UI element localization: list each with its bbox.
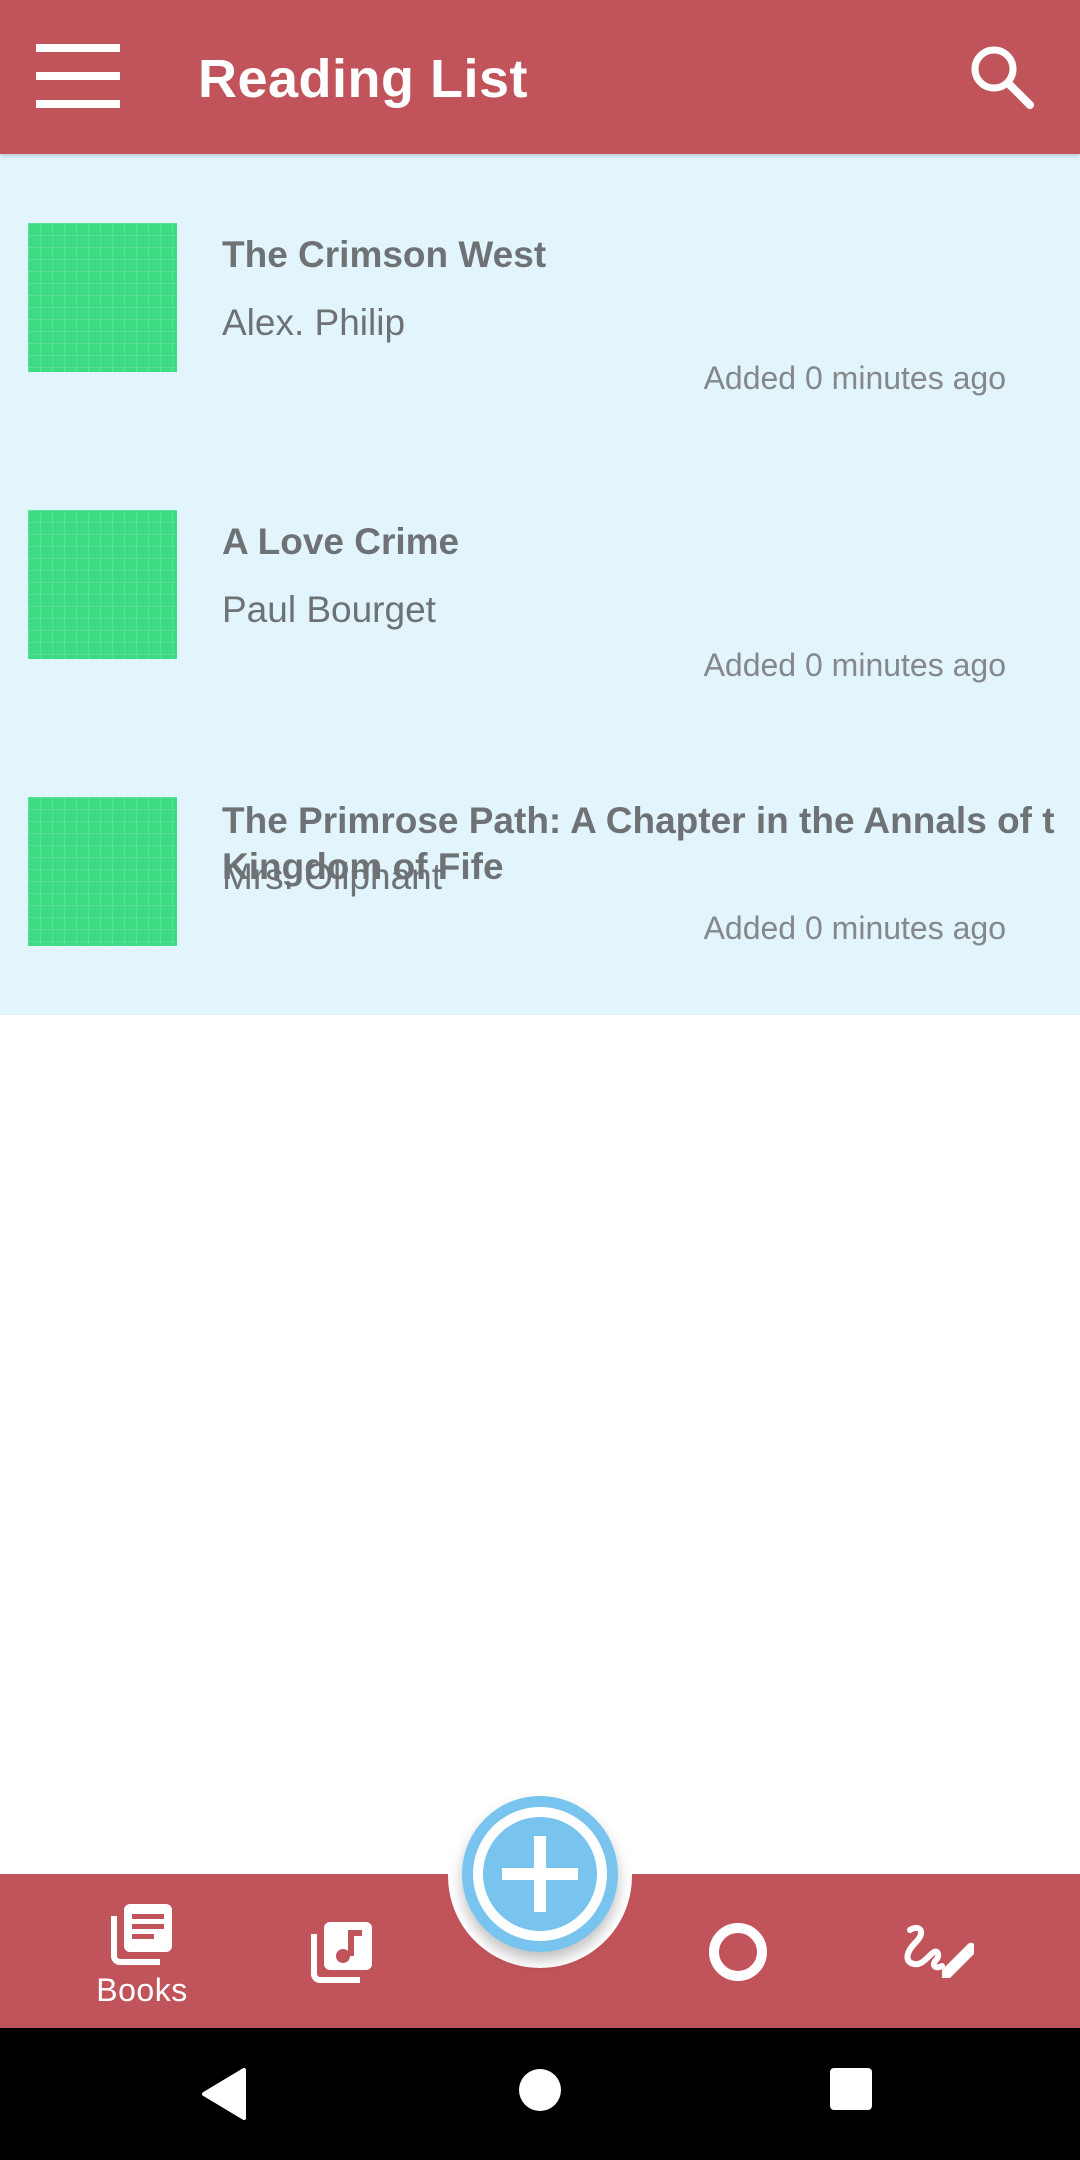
list-item[interactable]: A Love Crime Paul Bourget Added 0 minute… [0, 441, 1080, 728]
book-title: The Crimson West [222, 234, 547, 275]
nav-item-audio[interactable] [272, 1874, 412, 2028]
add-circle-icon [473, 1807, 607, 1941]
page-title: Reading List [198, 49, 529, 109]
home-circle-icon[interactable] [516, 2066, 564, 2114]
recents-square-icon[interactable] [828, 2066, 874, 2112]
books-icon [111, 1904, 172, 1965]
circle-icon [709, 1923, 767, 1981]
list-item[interactable]: The Primrose Path: A Chapter in the Anna… [0, 728, 1080, 1015]
add-book-button[interactable] [462, 1796, 618, 1952]
audio-library-icon [311, 1922, 372, 1983]
book-cover [28, 223, 177, 372]
signature-icon [904, 1924, 974, 1978]
back-triangle-icon[interactable] [196, 2062, 252, 2126]
book-added-time: Added 0 minutes ago [703, 647, 1006, 683]
book-author: Paul Bourget [222, 589, 436, 630]
book-added-time: Added 0 minutes ago [703, 910, 1006, 946]
system-navigation-bar [0, 2028, 1080, 2160]
app-bar: Reading List [0, 0, 1080, 154]
book-author: Alex. Philip [222, 302, 406, 343]
book-added-time: Added 0 minutes ago [703, 360, 1006, 396]
nav-item-signature[interactable] [868, 1874, 1008, 2028]
book-author: Mrs. Oliphant [222, 856, 443, 897]
list-item[interactable]: The Crimson West Alex. Philip Added 0 mi… [0, 154, 1080, 441]
nav-label-books: Books [96, 1972, 188, 2008]
search-icon[interactable] [962, 38, 1042, 118]
book-list: The Crimson West Alex. Philip Added 0 mi… [0, 154, 1080, 1015]
book-cover [28, 510, 177, 659]
nav-item-books[interactable]: Books [64, 1874, 220, 2028]
book-title: A Love Crime [222, 521, 460, 562]
hamburger-menu-icon[interactable] [36, 44, 120, 108]
book-cover [28, 797, 177, 946]
nav-item-circle[interactable] [668, 1874, 808, 2028]
